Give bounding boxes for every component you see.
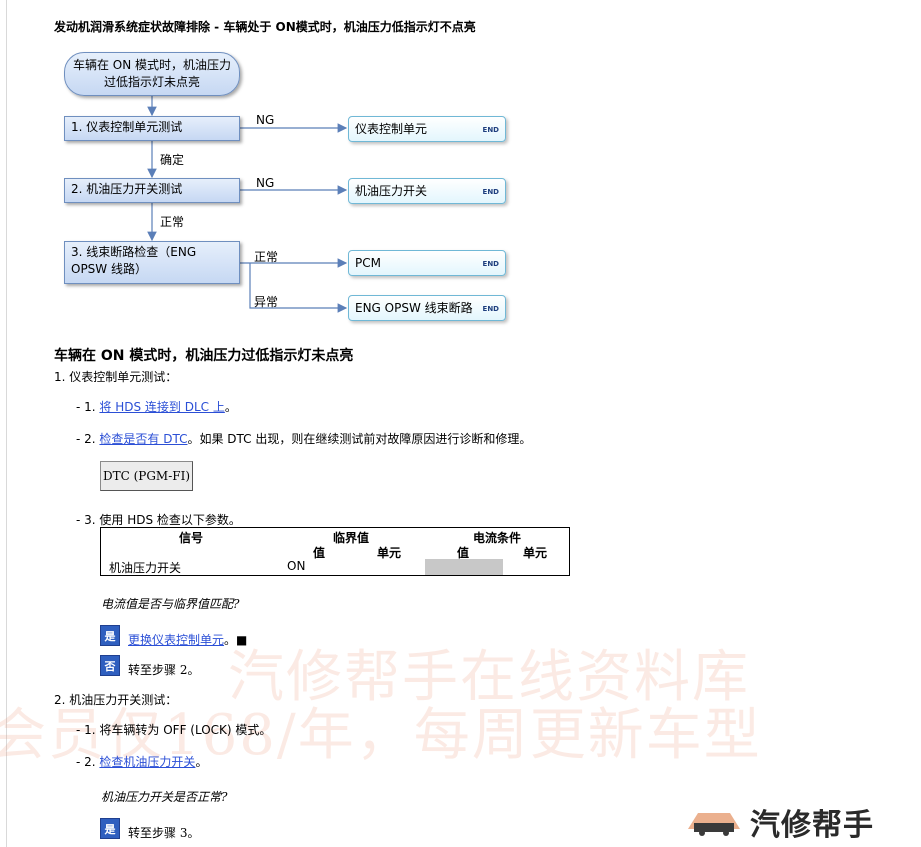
end-4-tag: END bbox=[482, 305, 499, 313]
table-header-threshold: 临界值 bbox=[333, 531, 370, 545]
step-1-question: 电流值是否与临界值匹配? bbox=[101, 597, 240, 611]
end-4-label: ENG OPSW 线束断路 bbox=[355, 301, 473, 315]
yes-badge-2: 是 bbox=[100, 818, 120, 839]
flowchart-start: 车辆在 ON 模式时，机油压力过低指示灯未点亮 bbox=[64, 52, 240, 96]
step-2-question: 机油压力开关是否正常? bbox=[101, 790, 228, 804]
flowchart-step-1: 1. 仪表控制单元测试 bbox=[64, 116, 240, 141]
edge-label-ng-2: NG bbox=[256, 176, 275, 190]
step-2-substep-2-suffix: 。 bbox=[195, 755, 208, 769]
table-row-signal: 机油压力开关 bbox=[109, 561, 182, 575]
table-sub-value-1: 值 bbox=[313, 546, 326, 560]
check-dtc-link[interactable]: 检查是否有 DTC bbox=[99, 432, 187, 446]
no-badge-1: 否 bbox=[100, 655, 120, 676]
edge-label-normal-2: 正常 bbox=[254, 250, 279, 264]
edge-label-abnormal: 异常 bbox=[254, 295, 279, 309]
table-header-current: 电流条件 bbox=[473, 531, 522, 545]
section-title: 车辆在 ON 模式时，机油压力过低指示灯未点亮 bbox=[54, 348, 354, 364]
substep-2-suffix: 。如果 DTC 出现，则在继续测试前对故障原因进行诊断和修理。 bbox=[187, 432, 532, 446]
flowchart-step-3: 3. 线束断路检查（ENG OPSW 线路） bbox=[64, 241, 240, 284]
end-1-label: 仪表控制单元 bbox=[355, 122, 428, 136]
brand-logo-icon bbox=[688, 813, 740, 836]
brand-name: 汽修帮手 bbox=[750, 808, 874, 843]
table-sub-unit-2: 单元 bbox=[523, 546, 548, 560]
table-header-signal: 信号 bbox=[179, 531, 204, 545]
table-sub-unit-1: 单元 bbox=[377, 546, 402, 560]
table-current-value-cell bbox=[425, 559, 503, 575]
troubleshooting-flowchart: 车辆在 ON 模式时，机油压力过低指示灯未点亮 1. 仪表控制单元测试 2. 机… bbox=[0, 0, 921, 340]
edge-label-confirm: 确定 bbox=[160, 153, 185, 167]
flowchart-end-4: ENG OPSW 线束断路 END bbox=[348, 295, 506, 321]
step-2-title: 2. 机油压力开关测试： bbox=[54, 693, 178, 707]
flowchart-end-1: 仪表控制单元 END bbox=[348, 116, 506, 142]
end-2-tag: END bbox=[482, 188, 499, 196]
yes-badge-1: 是 bbox=[100, 625, 120, 646]
substep-2-prefix: - 2. bbox=[76, 432, 100, 446]
dtc-pgm-fi-button[interactable]: DTC (PGM-FI) bbox=[100, 461, 193, 491]
flowchart-end-2: 机油压力开关 END bbox=[348, 178, 506, 204]
end-3-label: PCM bbox=[355, 256, 381, 270]
flowchart-step-2: 2. 机油压力开关测试 bbox=[64, 178, 240, 203]
yes-action-2: 转至步骤 3。 bbox=[128, 826, 200, 840]
no-action-1: 转至步骤 2。 bbox=[128, 663, 200, 677]
brand-watermark: 汽修帮手 bbox=[684, 800, 921, 843]
end-2-label: 机油压力开关 bbox=[355, 184, 428, 198]
edge-label-normal-1: 正常 bbox=[160, 215, 185, 229]
step-2-substep-2: - 2. 检查机油压力开关。 bbox=[76, 753, 207, 770]
edge-label-ng-1: NG bbox=[256, 113, 275, 127]
step-1-substep-3: - 3. 使用 HDS 检查以下参数。 bbox=[76, 513, 241, 527]
step-2-substep-1: - 1. 将车辆转为 OFF (LOCK) 模式。 bbox=[76, 723, 272, 737]
table-row-threshold-value: ON bbox=[287, 559, 306, 573]
replace-gauge-control-unit-link[interactable]: 更换仪表控制单元 bbox=[128, 633, 224, 647]
check-oil-pressure-switch-link[interactable]: 检查机油压力开关 bbox=[99, 755, 195, 769]
step-2-substep-2-prefix: - 2. bbox=[76, 755, 100, 769]
end-3-tag: END bbox=[482, 260, 499, 268]
end-1-tag: END bbox=[482, 126, 499, 134]
substep-1-prefix: - 1. bbox=[76, 400, 100, 414]
parameter-table: 信号 临界值 电流条件 值 单元 值 单元 机油压力开关 ON bbox=[100, 527, 570, 576]
flowchart-end-3: PCM END bbox=[348, 250, 506, 276]
connect-hds-link[interactable]: 将 HDS 连接到 DLC 上 bbox=[99, 400, 224, 414]
flowchart-connectors bbox=[147, 96, 348, 313]
step-1-substep-1: - 1. 将 HDS 连接到 DLC 上。 bbox=[76, 398, 237, 415]
step-1-title: 1. 仪表控制单元测试： bbox=[54, 370, 178, 384]
substep-1-suffix: 。 bbox=[224, 400, 237, 414]
step-1-substep-2: - 2. 检查是否有 DTC。如果 DTC 出现，则在继续测试前对故障原因进行诊… bbox=[76, 430, 531, 447]
